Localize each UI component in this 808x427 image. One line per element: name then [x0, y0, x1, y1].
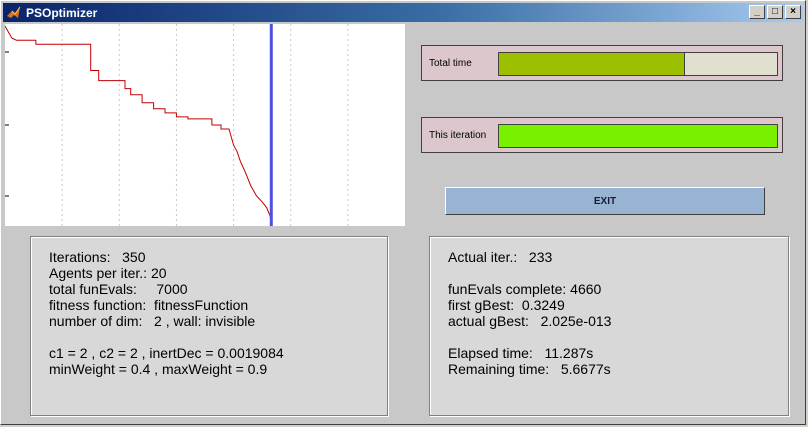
info-line: c1 = 2 , c2 = 2 , inertDec = 0.0019084 [49, 345, 284, 361]
total-time-progress-fill [499, 53, 686, 75]
this-iteration-progress-bar [498, 124, 778, 148]
window-title: PSOptimizer [26, 5, 98, 20]
matlab-logo-icon [7, 6, 21, 18]
config-info-box: Iterations: 350 Agents per iter.: 20 total… [30, 236, 388, 416]
close-icon: × [790, 6, 796, 17]
app-window: PSOptimizer _ □ × Total time This iterat [0, 0, 806, 425]
status-info-box: Actual iter.: 233 funEvals complete: 4660… [429, 236, 789, 416]
maximize-button[interactable]: □ [767, 5, 783, 19]
info-line: total funEvals: 7000 [49, 281, 188, 297]
this-iteration-panel: This iteration [421, 117, 783, 153]
config-info-lines: Iterations: 350 Agents per iter.: 20 total… [49, 249, 284, 377]
info-line: Elapsed time: 11.287s [448, 345, 594, 361]
info-line: number of dim: 2 , wall: invisible [49, 313, 256, 329]
minimize-icon: _ [754, 6, 760, 17]
info-line [448, 265, 611, 281]
info-line: first gBest: 0.3249 [448, 297, 565, 313]
fitness-plot-svg [5, 24, 349, 226]
plot-grid [61, 24, 349, 226]
minimize-button[interactable]: _ [749, 5, 765, 19]
fitness-plot [5, 24, 405, 226]
info-line: fitness function: fitnessFunction [49, 297, 249, 313]
gbest-history-line [5, 25, 272, 225]
info-line: funEvals complete: 4660 [448, 281, 602, 297]
info-line: Remaining time: 5.6677s [448, 361, 611, 377]
info-line [49, 329, 284, 345]
info-line: Agents per iter.: 20 [49, 265, 167, 281]
plot-y-ticks [5, 51, 9, 197]
window-controls: _ □ × [747, 5, 801, 19]
this-iteration-progress-fill [499, 125, 777, 147]
info-line [448, 329, 611, 345]
title-bar[interactable]: PSOptimizer _ □ × [3, 3, 803, 22]
info-line: Iterations: 350 [49, 249, 146, 265]
total-time-label: Total time [429, 57, 472, 69]
total-time-panel: Total time [421, 45, 783, 81]
this-iteration-label: This iteration [429, 129, 487, 141]
total-time-progress-bar [498, 52, 778, 76]
info-line: Actual iter.: 233 [448, 249, 553, 265]
maximize-icon: □ [771, 6, 779, 17]
info-line: minWeight = 0.4 , maxWeight = 0.9 [49, 361, 268, 377]
exit-button[interactable]: EXIT [445, 187, 765, 215]
close-button[interactable]: × [785, 5, 801, 19]
info-line: actual gBest: 2.025e-013 [448, 313, 612, 329]
status-info-lines: Actual iter.: 233 funEvals complete: 4660… [448, 249, 611, 377]
